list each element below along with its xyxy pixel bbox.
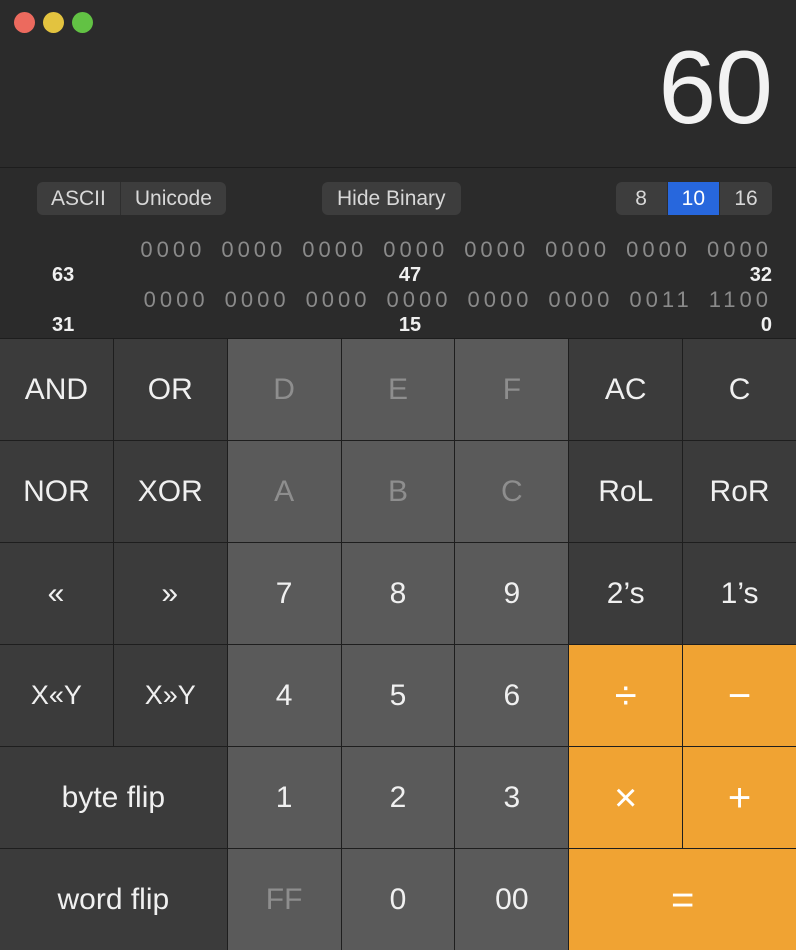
bit-index-label: 47 (398, 264, 422, 286)
key-rotate-left[interactable]: RoL (569, 441, 683, 542)
toolbar: ASCII Unicode Hide Binary 8 10 16 (0, 168, 796, 228)
key-shift-right[interactable]: » (113, 543, 227, 644)
key-3[interactable]: 3 (455, 747, 569, 848)
encoding-option-unicode[interactable]: Unicode (120, 182, 226, 215)
bit-nibble[interactable]: 0000 (707, 237, 772, 263)
bit-nibble[interactable]: 0000 (545, 237, 610, 263)
bit-nibble[interactable]: 0000 (387, 287, 452, 313)
key-ones-complement[interactable]: 1’s (683, 543, 796, 644)
bit-nibble[interactable]: 0000 (144, 287, 209, 313)
calculator-window: 60 ASCII Unicode Hide Binary 8 10 16 000… (0, 0, 796, 950)
close-button-icon[interactable] (14, 12, 35, 33)
key-5[interactable]: 5 (341, 645, 455, 746)
key-plus[interactable]: + (683, 747, 796, 848)
binary-bits-high[interactable]: 0000 0000 0000 0000 0000 0000 0000 0000 (48, 236, 772, 264)
bit-nibble[interactable]: 0000 (302, 237, 367, 263)
traffic-lights (14, 12, 93, 33)
bit-nibble[interactable]: 0011 (629, 287, 692, 313)
bit-nibble[interactable]: 0000 (306, 287, 371, 313)
binary-row-high: 0000 0000 0000 0000 0000 0000 0000 0000 … (48, 236, 772, 286)
bit-index-labels-high: 63 47 32 (48, 264, 772, 286)
key-clear[interactable]: C (683, 339, 796, 440)
bit-index-label: 31 (52, 314, 75, 336)
key-twos-complement[interactable]: 2’s (569, 543, 683, 644)
hide-binary-button[interactable]: Hide Binary (322, 182, 461, 215)
key-2[interactable]: 2 (341, 747, 455, 848)
keypad: AND OR D E F AC C NOR XOR A B C RoL RoR «» 7 8 9 2’s 1’s X«Y… (0, 338, 796, 950)
bit-nibble[interactable]: 0000 (548, 287, 613, 313)
key-ff[interactable]: FF (227, 849, 341, 950)
key-multiply[interactable]: × (569, 747, 683, 848)
key-hex-a[interactable]: A (227, 441, 341, 542)
bit-index-label: 32 (749, 264, 772, 286)
encoding-option-ascii[interactable]: ASCII (37, 182, 121, 215)
binary-row-low: 0000 0000 0000 0000 0000 0000 0011 1100 … (48, 286, 772, 336)
key-x-shift-left-y[interactable]: X«Y (0, 645, 113, 746)
key-1[interactable]: 1 (227, 747, 341, 848)
bit-nibble[interactable]: 0000 (383, 237, 448, 263)
base-segmented-control[interactable]: 8 10 16 (615, 182, 772, 215)
key-0[interactable]: 0 (341, 849, 455, 950)
bit-nibble[interactable]: 0000 (626, 237, 691, 263)
key-word-flip[interactable]: word flip (0, 849, 227, 950)
key-divide[interactable]: ÷ (569, 645, 683, 746)
key-hex-b[interactable]: B (341, 441, 455, 542)
bit-nibble[interactable]: 0000 (225, 287, 290, 313)
base-option-8[interactable]: 8 (615, 182, 668, 215)
key-4[interactable]: 4 (227, 645, 341, 746)
base-option-10[interactable]: 10 (667, 182, 720, 215)
key-hex-e[interactable]: E (341, 339, 455, 440)
result-display: 60 (658, 30, 773, 146)
zoom-button-icon[interactable] (72, 12, 93, 33)
bit-index-label: 63 (52, 264, 75, 286)
base-option-16[interactable]: 16 (720, 182, 772, 215)
key-xor[interactable]: XOR (113, 441, 227, 542)
key-hex-d[interactable]: D (227, 339, 341, 440)
key-00[interactable]: 00 (455, 849, 569, 950)
bit-nibble[interactable]: 0000 (467, 287, 532, 313)
key-shift-left[interactable]: « (0, 543, 113, 644)
key-hex-f[interactable]: F (455, 339, 569, 440)
bit-index-labels-low: 31 15 0 (48, 314, 772, 336)
key-or[interactable]: OR (113, 339, 227, 440)
bit-index-label: 15 (398, 314, 422, 336)
binary-bits-low[interactable]: 0000 0000 0000 0000 0000 0000 0011 1100 (48, 286, 772, 314)
key-equals[interactable]: = (569, 849, 796, 950)
key-nor[interactable]: NOR (0, 441, 113, 542)
key-and[interactable]: AND (0, 339, 113, 440)
title-bar: 60 (0, 0, 796, 168)
minimize-button-icon[interactable] (43, 12, 64, 33)
key-6[interactable]: 6 (455, 645, 569, 746)
bit-nibble[interactable]: 0000 (221, 237, 286, 263)
encoding-segmented-control[interactable]: ASCII Unicode (37, 182, 226, 215)
key-hex-c[interactable]: C (455, 441, 569, 542)
key-minus[interactable]: − (683, 645, 796, 746)
binary-display: 0000 0000 0000 0000 0000 0000 0000 0000 … (0, 228, 796, 338)
bit-nibble[interactable]: 1100 (709, 287, 772, 313)
key-x-shift-right-y[interactable]: X»Y (113, 645, 227, 746)
key-9[interactable]: 9 (455, 543, 569, 644)
key-8[interactable]: 8 (341, 543, 455, 644)
key-7[interactable]: 7 (227, 543, 341, 644)
key-rotate-right[interactable]: RoR (683, 441, 796, 542)
bit-nibble[interactable]: 0000 (140, 237, 205, 263)
bit-nibble[interactable]: 0000 (464, 237, 529, 263)
bit-index-label: 0 (760, 314, 772, 336)
key-byte-flip[interactable]: byte flip (0, 747, 227, 848)
key-all-clear[interactable]: AC (569, 339, 683, 440)
